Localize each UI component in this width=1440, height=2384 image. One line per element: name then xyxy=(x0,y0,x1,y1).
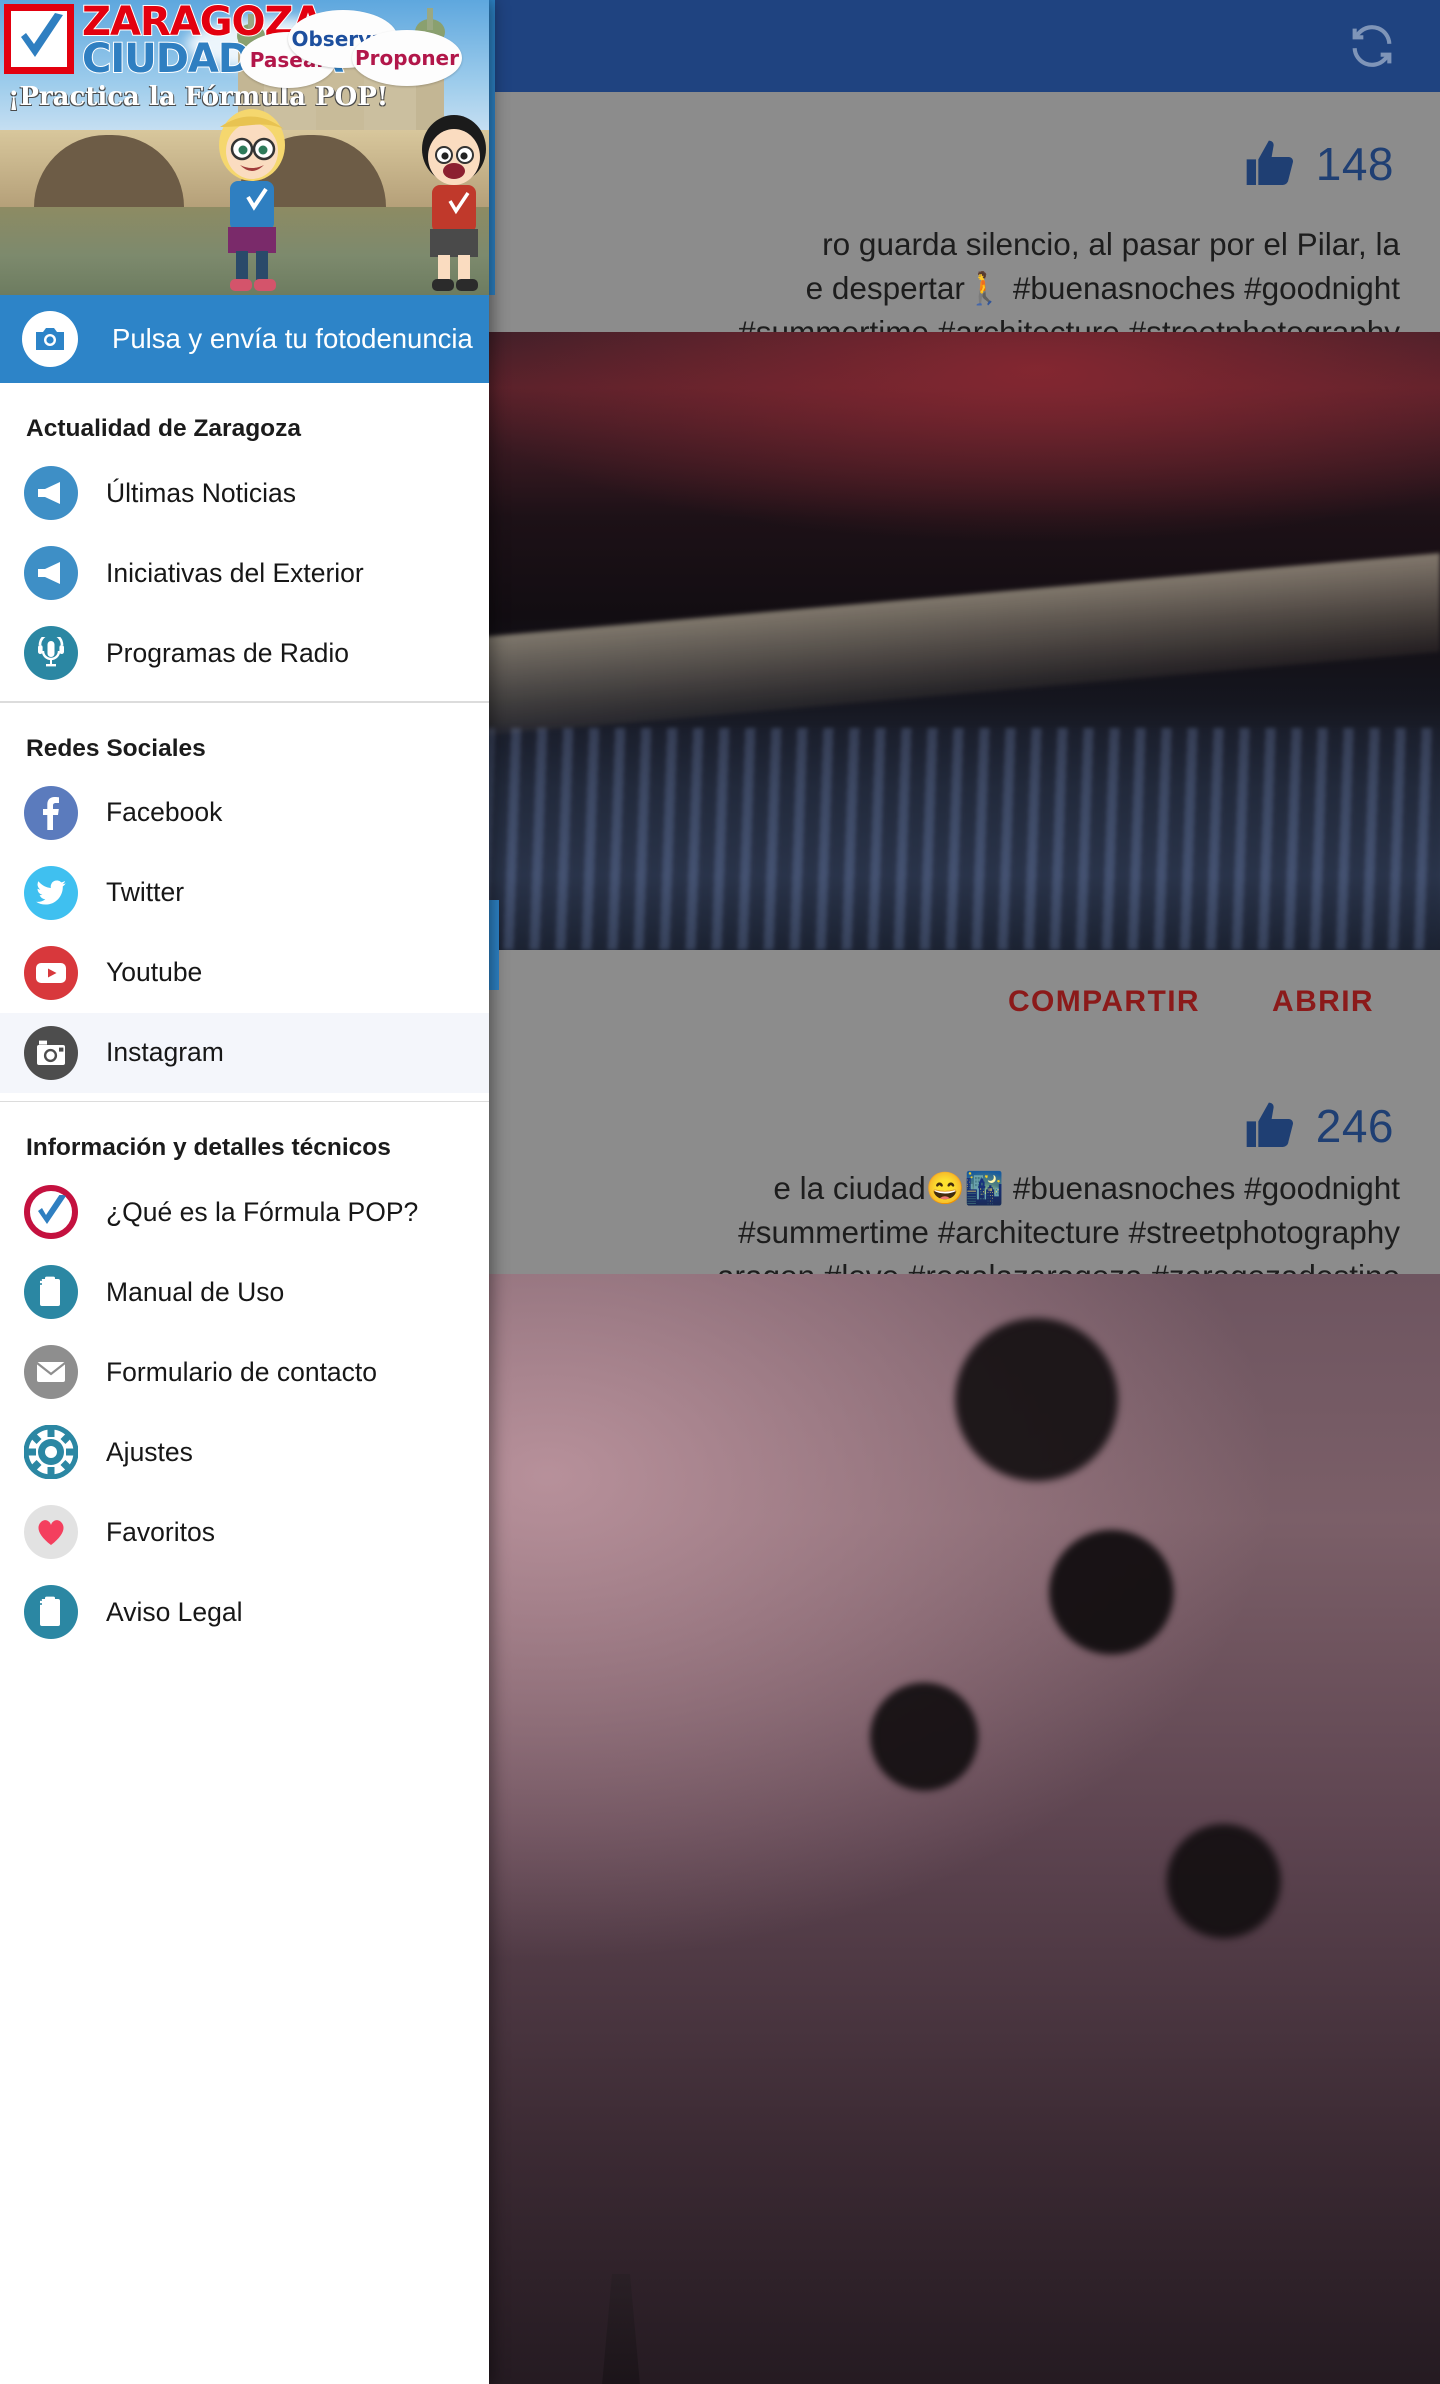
like-counter[interactable]: 246 xyxy=(1242,1098,1394,1154)
sidebar-item-twitter[interactable]: Twitter xyxy=(0,853,489,933)
sidebar-item-programas-radio[interactable]: Programas de Radio xyxy=(0,613,489,693)
sidebar-item-facebook[interactable]: Facebook xyxy=(0,773,489,853)
drawer-scroll-indicator xyxy=(489,900,499,990)
gear-icon xyxy=(24,1425,78,1479)
sidebar-item-label: Manual de Uso xyxy=(106,1276,285,1307)
sidebar-item-label: Formulario de contacto xyxy=(106,1356,378,1387)
mail-envelope-icon xyxy=(24,1345,78,1399)
sidebar-item-label: Twitter xyxy=(106,877,185,907)
heart-icon xyxy=(24,1505,78,1559)
drawer-header-banner: ZARAGOZA CIUDADANA ¡Practica la Fórmula … xyxy=(0,0,489,295)
sidebar-item-label: Últimas Noticias xyxy=(106,477,296,508)
sidebar-item-label: Favoritos xyxy=(106,1516,215,1547)
sidebar-item-aviso-legal[interactable]: Aviso Legal xyxy=(0,1572,489,1652)
navigation-drawer: ZARAGOZA CIUDADANA ¡Practica la Fórmula … xyxy=(0,0,489,2384)
sidebar-item-label: Facebook xyxy=(106,797,223,827)
radio-microphone-icon xyxy=(24,626,78,680)
checkmark-logo-icon xyxy=(4,4,74,74)
refresh-icon[interactable] xyxy=(1346,20,1398,72)
drawer-bottom-spacer xyxy=(0,1652,489,1712)
share-button[interactable]: COMPARTIR xyxy=(1008,985,1200,1019)
sidebar-item-ajustes[interactable]: Ajustes xyxy=(0,1412,489,1492)
sidebar-item-label: Instagram xyxy=(106,1037,224,1067)
like-count: 148 xyxy=(1315,138,1394,190)
twitter-icon xyxy=(24,865,78,920)
sidebar-item-favoritos[interactable]: Favoritos xyxy=(0,1492,489,1572)
pop-checkmark-icon xyxy=(24,1185,78,1239)
sidebar-item-label: ¿Qué es la Fórmula POP? xyxy=(106,1196,419,1227)
sidebar-item-label: Iniciativas del Exterior xyxy=(106,557,364,588)
camera-icon xyxy=(22,311,78,367)
speech-bubble-proponer: Proponer xyxy=(352,30,462,86)
send-photo-complaint-label: Pulsa y envía tu fotodenuncia xyxy=(112,323,473,354)
sidebar-item-youtube[interactable]: Youtube xyxy=(0,933,489,1013)
sidebar-item-label: Youtube xyxy=(106,957,203,987)
girl-mascot xyxy=(219,109,285,291)
like-counter[interactable]: 148 xyxy=(1242,136,1394,192)
megaphone-icon xyxy=(24,466,78,520)
sidebar-item-ultimas-noticias[interactable]: Últimas Noticias xyxy=(0,453,489,533)
thumbs-up-icon xyxy=(1242,1098,1298,1154)
open-button[interactable]: ABRIR xyxy=(1272,985,1374,1019)
youtube-icon xyxy=(24,945,78,1000)
megaphone-icon xyxy=(24,546,78,600)
sidebar-item-que-es-formula-pop[interactable]: ¿Qué es la Fórmula POP? xyxy=(0,1172,489,1252)
section-title-informacion: Información y detalles técnicos xyxy=(26,1134,391,1161)
like-count: 246 xyxy=(1315,1100,1394,1152)
sidebar-item-formulario-contacto[interactable]: Formulario de contacto xyxy=(0,1332,489,1412)
sidebar-item-label: Programas de Radio xyxy=(106,637,350,668)
send-photo-complaint-button[interactable]: Pulsa y envía tu fotodenuncia xyxy=(0,295,489,383)
boy-mascot xyxy=(422,115,486,291)
section-title-redes-sociales: Redes Sociales xyxy=(26,734,206,762)
sidebar-item-instagram[interactable]: Instagram xyxy=(0,1012,489,1093)
document-icon xyxy=(24,1265,78,1319)
app-root: 148 ro guarda silencio, al pasar por el … xyxy=(0,0,1440,2384)
sidebar-item-label: Aviso Legal xyxy=(106,1596,243,1627)
facebook-icon xyxy=(24,785,78,840)
sidebar-item-label: Ajustes xyxy=(106,1436,193,1467)
sidebar-item-iniciativas-exterior[interactable]: Iniciativas del Exterior xyxy=(0,533,489,613)
document-icon xyxy=(24,1585,78,1639)
thumbs-up-icon xyxy=(1242,136,1298,192)
drawer-edge-accent xyxy=(489,0,495,295)
sidebar-item-manual-de-uso[interactable]: Manual de Uso xyxy=(0,1252,489,1332)
section-title-actualidad: Actualidad de Zaragoza xyxy=(26,415,302,442)
instagram-icon xyxy=(24,1025,78,1080)
